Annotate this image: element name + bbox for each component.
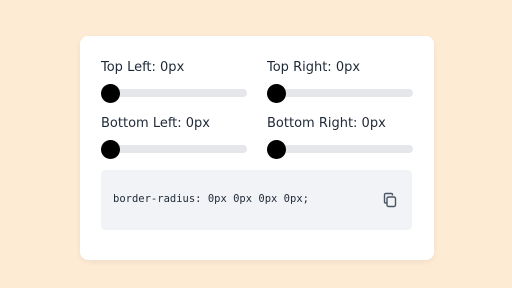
- copy-button[interactable]: [382, 192, 398, 208]
- top-left-slider-track[interactable]: [101, 89, 247, 97]
- border-radius-card: Top Left: 0px Top Right: 0px Bottom Left…: [80, 36, 434, 260]
- css-output-code: border-radius: 0px 0px 0px 0px;: [113, 193, 309, 205]
- bottom-right-slider-thumb[interactable]: [267, 140, 286, 159]
- bottom-right-control: Bottom Right: 0px: [267, 116, 413, 159]
- bottom-left-slider-track[interactable]: [101, 145, 247, 153]
- top-left-label: Top Left: 0px: [101, 60, 185, 75]
- top-right-control: Top Right: 0px: [267, 60, 413, 103]
- bottom-left-label: Bottom Left: 0px: [101, 116, 211, 131]
- top-right-slider-track[interactable]: [267, 89, 413, 97]
- top-right-label: Top Right: 0px: [267, 60, 361, 75]
- bottom-right-label: Bottom Right: 0px: [267, 116, 386, 131]
- top-right-slider-thumb[interactable]: [267, 84, 286, 103]
- bottom-left-slider-thumb[interactable]: [101, 140, 120, 159]
- copy-icon: [382, 192, 398, 208]
- bottom-right-slider-track[interactable]: [267, 145, 413, 153]
- css-output-box: border-radius: 0px 0px 0px 0px;: [101, 170, 412, 230]
- top-left-slider-thumb[interactable]: [101, 84, 120, 103]
- bottom-left-control: Bottom Left: 0px: [101, 116, 247, 159]
- top-left-control: Top Left: 0px: [101, 60, 247, 103]
